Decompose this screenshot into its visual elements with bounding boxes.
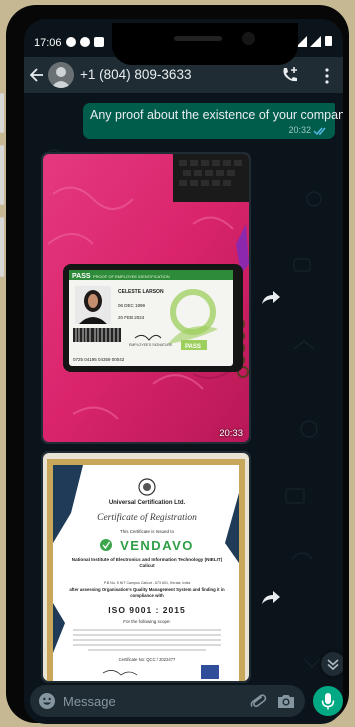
signal-icon xyxy=(310,34,321,52)
front-camera xyxy=(242,32,255,45)
id-card-photo-art: PASS PROOF OF EMPLOYEE IDENTIFICATION CE… xyxy=(43,154,249,442)
facebook-icon xyxy=(80,37,90,47)
certificate-scope-label: For the following scope: xyxy=(123,619,171,624)
id-card-header-sub: PROOF OF EMPLOYEE IDENTIFICATION xyxy=(93,274,170,279)
emoji-icon[interactable] xyxy=(38,692,56,710)
message-input[interactable]: Message xyxy=(63,694,116,709)
id-card-field: 06 DEC 1999 xyxy=(118,303,146,308)
id-card-code: 0725 04195 04359 00042 xyxy=(73,357,125,362)
camera-notch xyxy=(112,23,298,65)
notification-icon xyxy=(66,37,76,47)
certificate-assessment: after assessing Organisation's Quality M… xyxy=(69,587,225,598)
scroll-down-button[interactable] xyxy=(321,652,343,676)
message-time: 20:32 xyxy=(288,125,311,135)
message-composer[interactable]: Message xyxy=(30,685,305,717)
image-message[interactable]: Universal Certification Ltd. Certificate… xyxy=(41,451,251,683)
back-arrow-icon[interactable] xyxy=(30,67,44,83)
forward-icon[interactable] xyxy=(261,589,281,605)
id-card-header: PASS xyxy=(72,273,91,280)
certificate-standard: ISO 9001 : 2015 xyxy=(108,605,185,615)
avatar[interactable] xyxy=(48,62,74,88)
certificate-org: National Institute of Electronics and In… xyxy=(71,557,223,568)
certificate-photo-art: Universal Certification Ltd. Certificate… xyxy=(43,453,249,681)
phone-frame: 17:06 +1 (804) 809-3633 Any proof about … xyxy=(0,5,349,724)
app-notification-icon xyxy=(94,37,104,47)
chevron-down-icon xyxy=(327,659,339,671)
message-text: Any proof about the existence of your co… xyxy=(90,108,343,122)
attach-icon[interactable] xyxy=(249,692,267,710)
microphone-icon xyxy=(321,693,335,710)
side-button xyxy=(0,93,4,133)
certificate-photo: Universal Certification Ltd. Certificate… xyxy=(43,453,249,681)
certificate-company: VENDAVO xyxy=(120,538,194,553)
forward-icon[interactable] xyxy=(261,289,281,305)
certificate-issued-to: This Certificate is Issued to xyxy=(120,529,175,534)
id-card-signature-label: EMPLOYEE'S SIGNATURE xyxy=(129,343,173,347)
app-screen: 17:06 +1 (804) 809-3633 Any proof about … xyxy=(24,19,343,724)
id-card-badge: PASS xyxy=(185,344,201,350)
certificate-number: Certificate No: QCC / 2022477 xyxy=(119,657,176,662)
id-card-photo: PASS PROOF OF EMPLOYEE IDENTIFICATION CE… xyxy=(43,154,249,442)
certificate-title: Certificate of Registration xyxy=(97,512,197,523)
contact-name[interactable]: +1 (804) 809-3633 xyxy=(80,67,191,82)
certificate-issuer: Universal Certification Ltd. xyxy=(109,500,186,506)
certificate-address: P.B No. 5 NIT Campus Calicut - 673 601, … xyxy=(104,581,190,585)
status-time: 17:06 xyxy=(34,37,62,49)
add-call-icon[interactable] xyxy=(280,65,300,85)
read-receipt-icon xyxy=(313,127,326,136)
image-message[interactable]: PASS PROOF OF EMPLOYEE IDENTIFICATION CE… xyxy=(41,152,251,444)
side-button xyxy=(0,145,4,205)
camera-icon[interactable] xyxy=(276,692,296,710)
side-button xyxy=(0,217,4,277)
outgoing-message[interactable]: Any proof about the existence of your co… xyxy=(83,103,343,139)
more-options-icon[interactable] xyxy=(322,67,332,85)
message-time: 20:33 xyxy=(219,428,243,439)
battery-icon xyxy=(324,34,333,52)
speaker-grille xyxy=(174,36,222,41)
voice-message-button[interactable] xyxy=(313,686,343,716)
id-card-field: 20 FEB 2024 xyxy=(118,315,145,320)
id-card-name: CELESTE LARSON xyxy=(118,289,164,295)
